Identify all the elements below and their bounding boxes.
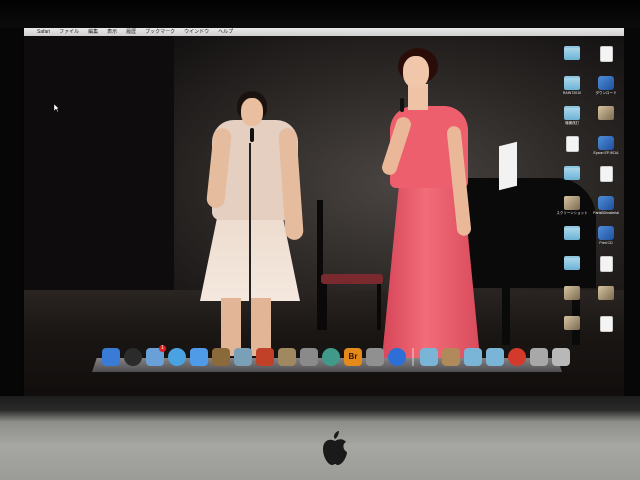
trash-icon[interactable] — [552, 348, 570, 366]
system-preferences-icon[interactable] — [388, 348, 406, 366]
folder-icon — [564, 46, 580, 60]
application-icon — [598, 76, 614, 90]
desktop-icon[interactable]: Print CD — [586, 226, 624, 245]
stack-icon[interactable] — [530, 348, 548, 366]
desktop-icon[interactable] — [586, 106, 624, 121]
image-file-icon — [564, 316, 580, 330]
dock-item-label: Br — [348, 352, 358, 361]
menu-help[interactable]: ヘルプ — [218, 28, 233, 36]
face — [241, 98, 263, 126]
microphone-icon — [250, 128, 254, 142]
application-icon — [598, 196, 614, 210]
face — [403, 56, 429, 88]
piano-leg — [502, 283, 510, 345]
desktop-icon-label: PartsBGmaterial — [593, 211, 619, 215]
applications-folder-icon[interactable] — [420, 348, 438, 366]
desktop-icon[interactable] — [586, 256, 624, 273]
document-icon — [599, 166, 613, 182]
itunes-icon[interactable] — [300, 348, 318, 366]
iphoto-icon[interactable] — [234, 348, 252, 366]
document-icon — [565, 136, 579, 152]
image-file-icon — [564, 196, 580, 210]
folder-icon — [564, 106, 580, 120]
document-icon — [599, 316, 613, 332]
monitor-bezel-right — [624, 28, 640, 400]
menu-history[interactable]: 履歴 — [126, 28, 136, 36]
unread-badge: 1 — [159, 345, 166, 352]
desktop-icon[interactable] — [586, 286, 624, 301]
finder-icon[interactable] — [102, 348, 120, 366]
apple-logo-icon — [323, 431, 347, 465]
microphone-icon — [400, 98, 404, 112]
desktop-icon-label: Epson EP-901A — [593, 151, 619, 155]
image-file-icon — [598, 286, 614, 300]
menu-bar: Safari ファイル 編集 表示 履歴 ブックマーク ウインドウ ヘルプ — [24, 28, 624, 36]
dock-items: 1 Br — [102, 345, 570, 366]
mail-icon[interactable]: 1 — [146, 345, 166, 366]
stage-curtain — [24, 36, 174, 306]
disk-utility-icon[interactable] — [366, 348, 384, 366]
desktop-icon[interactable]: PartsBGmaterial — [586, 196, 624, 215]
dock-separator — [412, 348, 414, 366]
application-icon — [598, 136, 614, 150]
desktop-icon-label: Print CD — [599, 241, 613, 245]
application-icon — [598, 226, 614, 240]
folder-icon — [564, 256, 580, 270]
bridge-icon[interactable]: Br — [344, 348, 362, 366]
address-book-icon[interactable] — [212, 348, 230, 366]
desktop-icon[interactable] — [586, 166, 624, 183]
desktop-icon-label: ダウンロード — [595, 91, 617, 95]
ichat-icon[interactable] — [190, 348, 208, 366]
no-entry-icon[interactable] — [508, 348, 526, 366]
downloads-folder-icon[interactable] — [464, 348, 482, 366]
desktop-screen: Safari ファイル 編集 表示 履歴 ブックマーク ウインドウ ヘルプ RA… — [24, 28, 624, 398]
desktop-icon[interactable]: Epson EP-901A — [586, 136, 624, 155]
mouse-pointer-icon — [54, 104, 59, 112]
monitor-bezel-top — [0, 0, 640, 28]
desktop-icon[interactable]: ダウンロード — [586, 76, 624, 95]
monitor-bezel-left — [0, 28, 22, 400]
document-icon — [599, 256, 613, 272]
folder-icon — [564, 226, 580, 240]
sheet-music — [499, 141, 517, 191]
desktop-icon[interactable] — [586, 316, 624, 333]
chair-seat — [321, 274, 383, 284]
folder-icon[interactable] — [486, 348, 504, 366]
documents-stack-icon[interactable] — [442, 348, 460, 366]
image-file-icon — [564, 286, 580, 300]
menu-window[interactable]: ウインドウ — [184, 28, 209, 36]
desktop-icon[interactable] — [586, 46, 624, 63]
menu-view[interactable]: 表示 — [107, 28, 117, 36]
mic-cable — [249, 143, 251, 303]
time-machine-icon[interactable] — [322, 348, 340, 366]
document-icon — [599, 46, 613, 62]
menu-file[interactable]: ファイル — [59, 28, 79, 36]
desktop-icon-label: 増補改訂 — [565, 121, 579, 125]
chair — [317, 200, 387, 330]
folder-icon — [564, 76, 580, 90]
dashboard-icon[interactable] — [124, 348, 142, 366]
safari-icon[interactable] — [168, 348, 186, 366]
preview-icon[interactable] — [278, 348, 296, 366]
app-menu-safari[interactable]: Safari — [37, 28, 50, 36]
dock: 1 Br — [92, 345, 570, 376]
chair-leg — [323, 284, 327, 330]
chair-leg — [377, 284, 381, 330]
menu-bookmarks[interactable]: ブックマーク — [145, 28, 175, 36]
menu-edit[interactable]: 編集 — [88, 28, 98, 36]
folder-icon — [564, 166, 580, 180]
photo-booth-icon[interactable] — [256, 348, 274, 366]
image-file-icon — [598, 106, 614, 120]
